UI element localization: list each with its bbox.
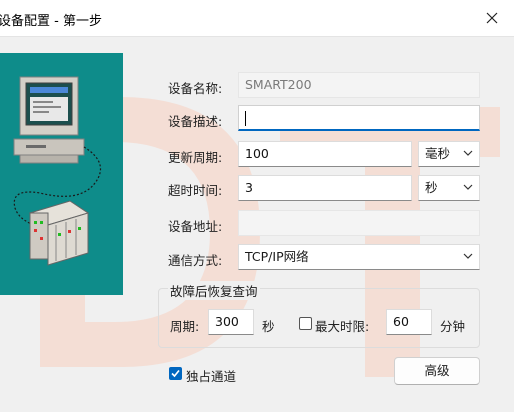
close-icon bbox=[486, 12, 498, 24]
chevron-down-icon bbox=[463, 184, 473, 190]
title-bar: 设备配置 - 第一步 bbox=[0, 0, 514, 37]
update-period-label: 更新周期: bbox=[168, 150, 223, 165]
recovery-period-unit: 秒 bbox=[262, 319, 275, 334]
device-address-label: 设备地址: bbox=[168, 219, 223, 234]
max-time-label: 最大时限: bbox=[315, 319, 370, 334]
advanced-button[interactable]: 高级 bbox=[394, 357, 480, 385]
text-caret bbox=[245, 111, 246, 126]
timeout-unit-select[interactable]: 秒 bbox=[418, 175, 480, 201]
timeout-field[interactable]: 3 bbox=[238, 175, 412, 201]
comm-mode-select[interactable]: TCP/IP网络 bbox=[238, 244, 480, 270]
device-illustration bbox=[0, 53, 123, 295]
exclusive-channel-checkbox[interactable] bbox=[169, 367, 182, 380]
timeout-unit-value: 秒 bbox=[425, 180, 438, 195]
update-period-field[interactable]: 100 bbox=[238, 141, 412, 167]
close-button[interactable] bbox=[470, 0, 514, 36]
max-time-unit: 分钟 bbox=[440, 319, 466, 334]
timeout-label: 超时时间: bbox=[168, 183, 223, 198]
chevron-down-icon bbox=[463, 150, 473, 156]
window-title: 设备配置 - 第一步 bbox=[0, 14, 102, 29]
device-desc-label: 设备描述: bbox=[168, 114, 223, 129]
recovery-period-field[interactable]: 300 bbox=[208, 309, 254, 335]
device-name-field: SMART200 bbox=[238, 72, 480, 98]
update-period-unit-select[interactable]: 毫秒 bbox=[418, 141, 480, 167]
device-address-field bbox=[238, 210, 480, 236]
comm-mode-value: TCP/IP网络 bbox=[245, 249, 309, 264]
device-desc-field[interactable] bbox=[238, 105, 480, 131]
update-period-unit-value: 毫秒 bbox=[425, 146, 451, 161]
recovery-period-label: 周期: bbox=[170, 319, 200, 334]
computer-icon bbox=[13, 76, 85, 164]
exclusive-channel-label: 独占通道 bbox=[186, 369, 237, 384]
device-name-label: 设备名称: bbox=[168, 81, 223, 96]
dialog-body: 设备名称: SMART200 设备描述: 更新周期: 100 毫秒 超时时间: … bbox=[0, 37, 514, 412]
recovery-group-title: 故障后恢复查询 bbox=[168, 281, 260, 300]
comm-mode-label: 通信方式: bbox=[168, 253, 223, 268]
max-time-checkbox[interactable] bbox=[299, 317, 312, 330]
checkmark-icon bbox=[171, 369, 180, 378]
chevron-down-icon bbox=[463, 253, 473, 259]
max-time-field[interactable]: 60 bbox=[386, 309, 432, 335]
device-rack-icon bbox=[28, 200, 90, 266]
